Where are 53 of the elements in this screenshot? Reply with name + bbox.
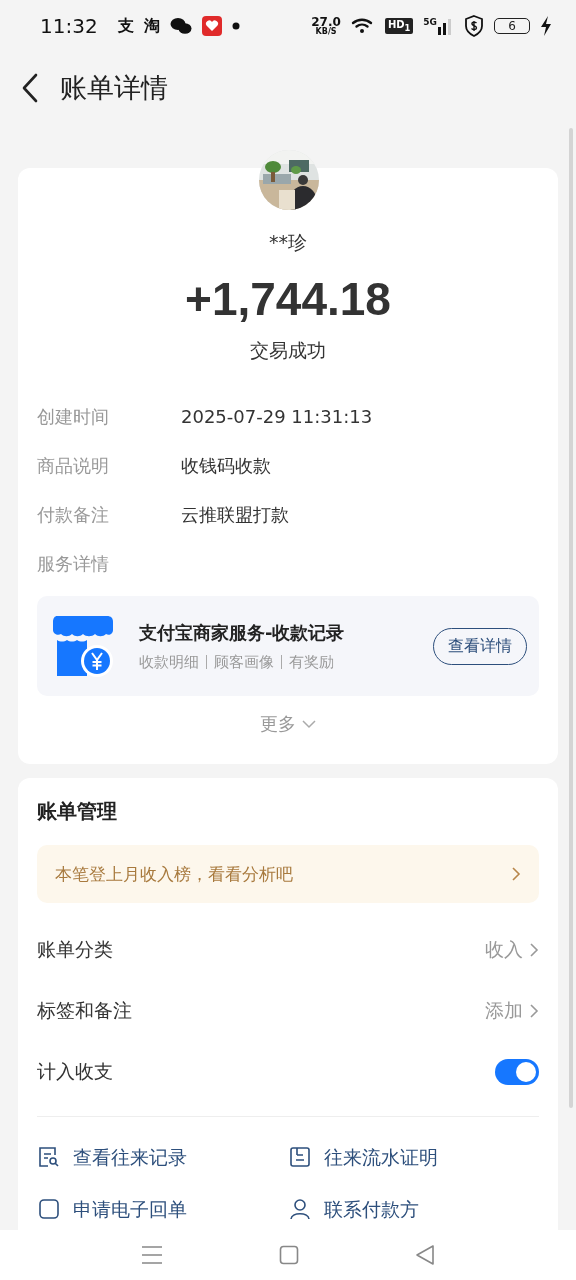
back-triangle-icon[interactable] <box>415 1244 435 1266</box>
heart-app-icon <box>201 16 222 36</box>
home-square-icon[interactable] <box>279 1245 299 1265</box>
detail-value: 收钱码收款 <box>181 454 271 478</box>
chevron-right-icon <box>529 941 539 958</box>
service-tag: 有奖励 <box>289 652 334 672</box>
app-notification-icon: 支 <box>117 15 134 37</box>
network-type: 5G <box>423 17 437 27</box>
setting-label: 标签和备注 <box>37 997 133 1023</box>
service-tag: 顾客画像 <box>214 652 274 672</box>
network-speed: 27.0 <box>311 16 341 28</box>
chevron-right-icon <box>529 1002 539 1019</box>
detail-label: 服务详情 <box>37 552 110 576</box>
person-icon <box>288 1197 312 1221</box>
battery-level: 6 <box>494 18 530 34</box>
status-time: 11:32 <box>40 14 98 38</box>
banner-text: 本笔登上月收入榜，看看分析吧 <box>55 862 293 886</box>
signal-icon <box>438 17 454 35</box>
document-search-icon <box>37 1145 61 1169</box>
setting-label: 计入收支 <box>37 1058 114 1084</box>
document-icon <box>288 1145 312 1169</box>
hd-badge: HD$_{1}$ <box>384 18 414 34</box>
notification-dot-icon <box>231 22 240 30</box>
app-notification-icon: 淘 <box>143 15 160 37</box>
detail-label: 创建时间 <box>37 405 110 429</box>
chevron-down-icon <box>302 719 316 729</box>
network-speed-unit: KB/S <box>315 28 337 36</box>
detail-value: 云推联盟打款 <box>181 503 289 527</box>
action-link[interactable]: 查看往来记录 <box>73 1145 187 1169</box>
page-title: 账单详情 <box>60 71 168 105</box>
action-link[interactable]: 申请电子回单 <box>73 1197 187 1221</box>
payer-name: **珍 <box>269 230 307 255</box>
action-link[interactable]: 联系付款方 <box>324 1197 419 1221</box>
detail-label: 付款备注 <box>37 503 110 527</box>
charging-bolt-icon <box>540 16 552 36</box>
shield-icon <box>464 15 484 37</box>
back-icon[interactable] <box>20 73 40 103</box>
transaction-status: 交易成功 <box>250 338 326 363</box>
detail-label: 商品说明 <box>37 454 110 478</box>
amount: +1,744.18 <box>185 272 391 326</box>
service-tag: 收款明细 <box>139 652 199 672</box>
detail-value: 2025-07-29 11:31:13 <box>181 405 373 429</box>
service-title: 支付宝商家服务-收款记录 <box>139 620 346 645</box>
service-panel[interactable]: 支付宝商家服务-收款记录 收款明细 顾客画像 有奖励 查看详情 <box>37 596 539 696</box>
section-title: 账单管理 <box>37 798 118 825</box>
toggle-switch[interactable] <box>495 1058 539 1085</box>
setting-label: 账单分类 <box>37 936 114 962</box>
wifi-icon <box>350 17 375 35</box>
chat-bubbles-icon <box>169 17 192 35</box>
action-link[interactable]: 往来流水证明 <box>324 1145 438 1169</box>
income-rank-banner[interactable]: 本笔登上月收入榜，看看分析吧 <box>37 845 539 903</box>
chevron-right-icon <box>511 866 521 882</box>
menu-icon[interactable] <box>141 1245 163 1265</box>
